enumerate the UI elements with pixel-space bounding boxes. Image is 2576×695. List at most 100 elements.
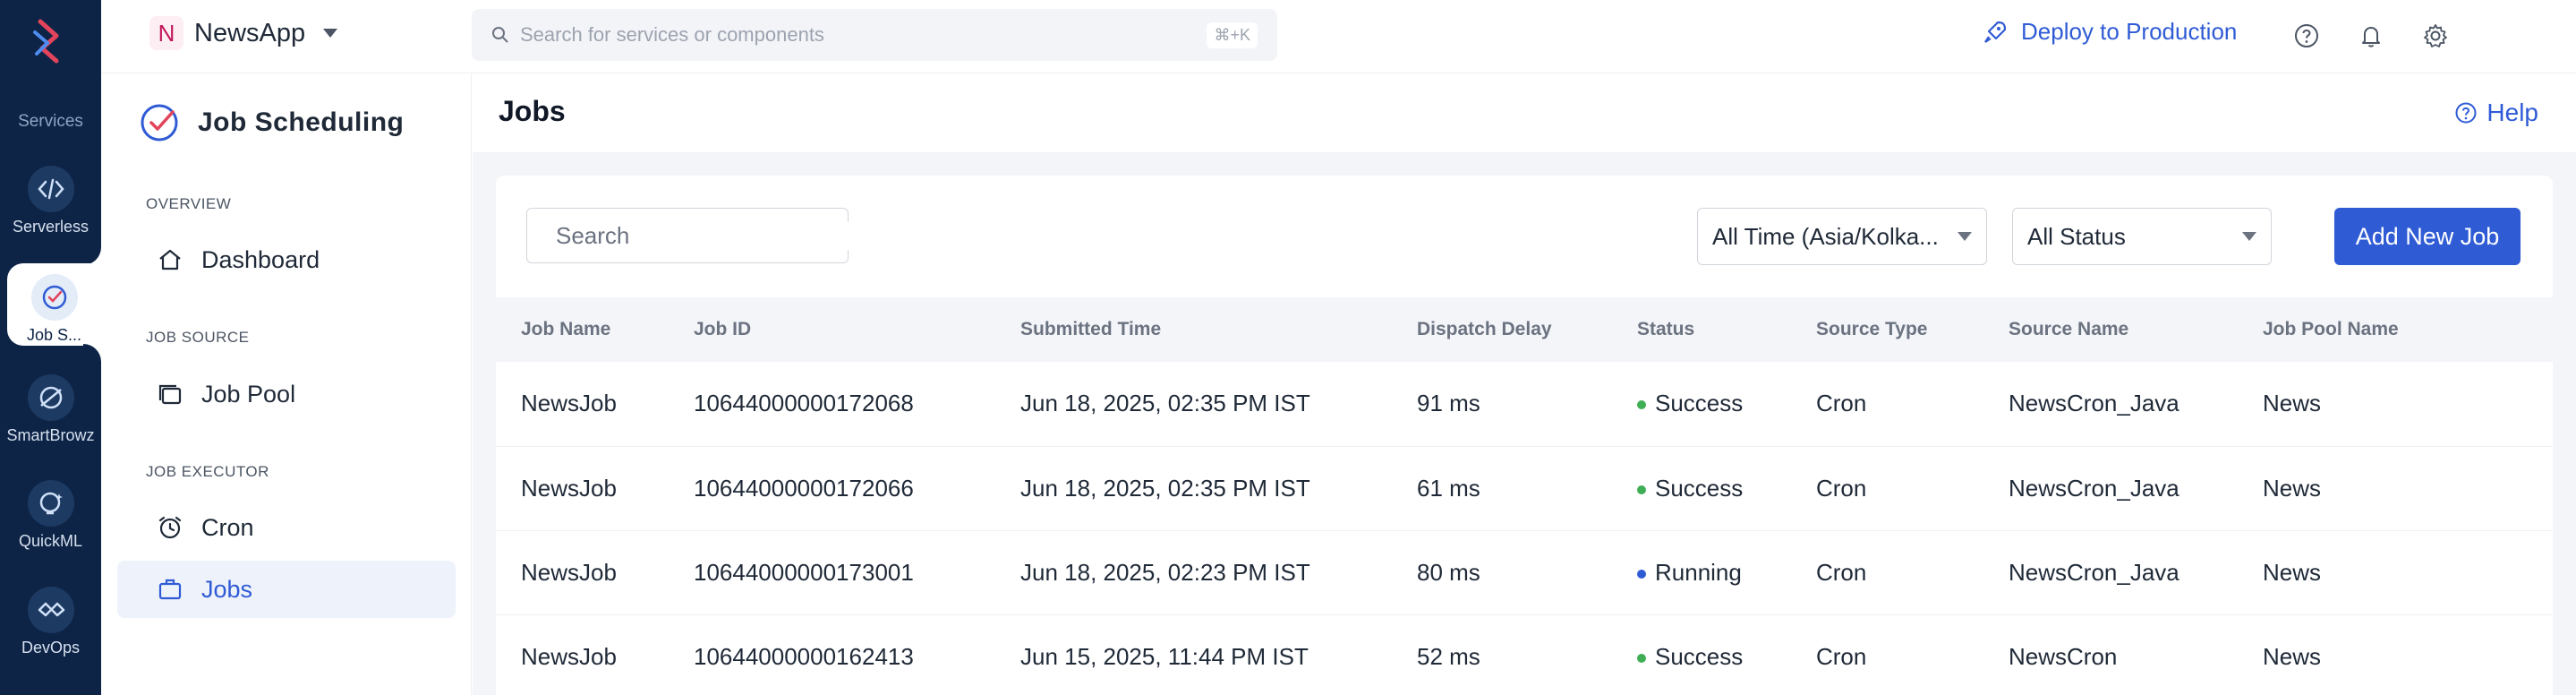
global-search-input[interactable] xyxy=(520,23,1207,47)
rail-item-job-scheduling[interactable]: Job S... xyxy=(7,263,101,346)
rail-item-smartbrowz[interactable]: SmartBrowz xyxy=(0,374,101,445)
bell-icon[interactable] xyxy=(2355,20,2387,52)
source-type-cell: Cron xyxy=(1791,530,1983,615)
help-circle-icon xyxy=(2455,102,2477,124)
table-row[interactable]: NewsJob 10644000000162413 Jun 15, 2025, … xyxy=(496,614,2553,695)
jobs-search-input[interactable] xyxy=(556,221,856,250)
column-header[interactable]: Dispatch Delay xyxy=(1392,297,1612,362)
deploy-to-production-button[interactable]: Deploy to Production xyxy=(1982,18,2237,46)
source-type-cell: Cron xyxy=(1791,362,1983,447)
status-text: Success xyxy=(1655,474,1744,502)
source-name-cell: NewsCron_Java xyxy=(1983,446,2238,531)
status-dot xyxy=(1637,485,1646,494)
rail-item-label: Serverless xyxy=(12,218,90,236)
submitted-time-cell: Jun 18, 2025, 02:35 PM IST xyxy=(995,446,1392,531)
source-type-cell: Cron xyxy=(1791,446,1983,531)
column-header[interactable]: Job Pool Name xyxy=(2238,297,2553,362)
time-filter-value: All Time (Asia/Kolka... xyxy=(1712,222,1939,250)
job-id-cell: 10644000000172066 xyxy=(669,446,995,531)
caret-down-icon xyxy=(1958,232,1972,241)
sidebar-item-jobs[interactable]: Jobs xyxy=(117,561,456,618)
time-filter-select[interactable]: All Time (Asia/Kolka... xyxy=(1697,208,1987,265)
table-header-row: Job Name Job ID Submitted Time Dispatch … xyxy=(496,297,2553,362)
sidebar-item-label: Jobs xyxy=(201,575,253,603)
gear-icon[interactable] xyxy=(2419,20,2452,52)
serverless-icon xyxy=(27,166,74,212)
help-link[interactable]: Help xyxy=(2454,99,2538,127)
home-icon xyxy=(159,249,181,270)
rail-item-label: Job S... xyxy=(26,326,82,344)
status-text: Success xyxy=(1655,642,1744,670)
catalyst-logo-icon[interactable] xyxy=(30,16,71,70)
column-header[interactable]: Status xyxy=(1612,297,1791,362)
rail-item-serverless[interactable]: Serverless xyxy=(0,166,101,236)
caret-down-icon xyxy=(323,29,338,38)
quickml-icon xyxy=(27,480,74,527)
status-cell: Success xyxy=(1612,446,1791,531)
column-header[interactable]: Job Name xyxy=(496,297,669,362)
source-type-cell: Cron xyxy=(1791,614,1983,695)
sidebar-item-label: Dashboard xyxy=(201,245,320,273)
briefcase-icon xyxy=(158,579,182,600)
column-header[interactable]: Job ID xyxy=(669,297,995,362)
sidebar-item-job-pool[interactable]: Job Pool xyxy=(117,365,456,423)
job-name-cell: NewsJob xyxy=(496,530,669,615)
source-name-cell: NewsCron_Java xyxy=(1983,530,2238,615)
jobs-card: All Time (Asia/Kolka... All Status Add N… xyxy=(496,176,2553,695)
rail-item-quickml[interactable]: QuickML xyxy=(0,480,101,551)
app-switcher[interactable]: N NewsApp xyxy=(149,16,338,50)
help-circle-icon[interactable] xyxy=(2290,20,2323,52)
jobs-table: Job Name Job ID Submitted Time Dispatch … xyxy=(496,297,2553,695)
status-filter-value: All Status xyxy=(2027,222,2126,250)
status-filter-select[interactable]: All Status xyxy=(2012,208,2272,265)
dispatch-delay-cell: 61 ms xyxy=(1392,446,1612,531)
source-name-cell: NewsCron_Java xyxy=(1983,362,2238,447)
rail-section-label: Services xyxy=(18,112,83,131)
deploy-label: Deploy to Production xyxy=(2021,18,2238,45)
job-name-cell: NewsJob xyxy=(496,614,669,695)
sidebar-group-label: JOB EXECUTOR xyxy=(146,463,269,480)
add-new-job-button[interactable]: Add New Job xyxy=(2334,208,2521,265)
job-scheduling-sidebar: Job Scheduling OVERVIEW Dashboard JOB SO… xyxy=(101,73,472,695)
job-pool-name-cell: News xyxy=(2238,362,2553,447)
jobs-search[interactable] xyxy=(526,208,856,263)
status-text: Success xyxy=(1655,390,1744,417)
caret-down-icon xyxy=(2242,232,2256,241)
service-rail: Services Serverless Job S... SmartBrowz … xyxy=(0,0,101,695)
rail-item-devops[interactable]: DevOps xyxy=(0,587,101,657)
sidebar-item-label: Job Pool xyxy=(201,380,296,408)
search-icon xyxy=(492,27,508,43)
sidebar-item-cron[interactable]: Cron xyxy=(117,499,456,556)
column-header[interactable]: Source Type xyxy=(1791,297,1983,362)
status-dot xyxy=(1637,400,1646,410)
submitted-time-cell: Jun 15, 2025, 11:44 PM IST xyxy=(995,614,1392,695)
job-pool-name-cell: News xyxy=(2238,614,2553,695)
app-name: NewsApp xyxy=(194,18,306,47)
job-scheduling-logo-icon xyxy=(141,104,178,142)
smartbrowz-icon xyxy=(27,374,74,421)
job-id-cell: 10644000000173001 xyxy=(669,530,995,615)
status-cell: Running xyxy=(1612,530,1791,615)
rocket-icon xyxy=(1984,21,2007,43)
sidebar-title: Job Scheduling xyxy=(137,100,404,145)
job-name-cell: NewsJob xyxy=(496,362,669,447)
job-pool-name-cell: News xyxy=(2238,530,2553,615)
help-label: Help xyxy=(2486,99,2538,126)
rail-curve xyxy=(83,344,101,362)
sidebar-item-dashboard[interactable]: Dashboard xyxy=(117,231,456,288)
dispatch-delay-cell: 80 ms xyxy=(1392,530,1612,615)
column-header[interactable]: Submitted Time xyxy=(995,297,1392,362)
job-scheduling-icon xyxy=(30,274,78,321)
table-row[interactable]: NewsJob 10644000000172066 Jun 18, 2025, … xyxy=(496,446,2553,531)
main-content: Jobs Help All Time (Asia/Kolka... All St… xyxy=(473,73,2576,695)
status-cell: Success xyxy=(1612,362,1791,447)
job-id-cell: 10644000000162413 xyxy=(669,614,995,695)
search-shortcut: ⌘+K xyxy=(1207,21,1258,48)
global-search[interactable]: ⌘+K xyxy=(472,9,1277,61)
job-pool-name-cell: News xyxy=(2238,446,2553,531)
table-row[interactable]: NewsJob 10644000000172068 Jun 18, 2025, … xyxy=(496,362,2553,447)
table-row[interactable]: NewsJob 10644000000173001 Jun 18, 2025, … xyxy=(496,530,2553,615)
app-badge: N xyxy=(149,16,183,50)
job-id-cell: 10644000000172068 xyxy=(669,362,995,447)
column-header[interactable]: Source Name xyxy=(1983,297,2238,362)
